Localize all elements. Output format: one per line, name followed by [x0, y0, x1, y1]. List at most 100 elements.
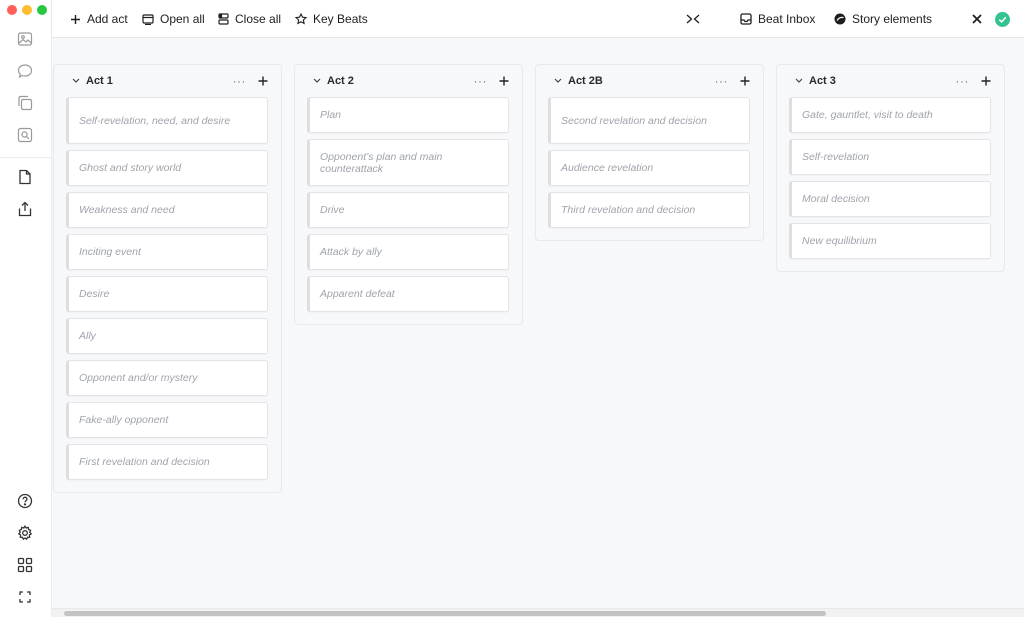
add-beat-button[interactable]	[258, 76, 268, 86]
beat-text: Weakness and need	[79, 204, 175, 216]
act-title: Act 2	[327, 75, 354, 87]
key-beats-label: Key Beats	[313, 12, 368, 26]
beat-text: Third revelation and decision	[561, 204, 696, 216]
beat-card[interactable]: Self-revelation, need, and desire	[66, 97, 268, 144]
beat-card[interactable]: New equilibrium	[789, 223, 991, 259]
beat-text: Desire	[79, 288, 110, 300]
beat-card[interactable]: Opponent and/or mystery	[66, 360, 268, 396]
beat-text: Drive	[320, 204, 345, 216]
more-options-icon[interactable]: ···	[233, 74, 247, 88]
beat-card[interactable]: Drive	[307, 192, 509, 228]
fullscreen-icon[interactable]	[14, 586, 36, 608]
act-column-2: Act 2 ··· Plan Opponent’s plan and main …	[294, 64, 523, 325]
share-icon[interactable]	[14, 198, 36, 220]
beat-card[interactable]: Plan	[307, 97, 509, 133]
settings-gear-icon[interactable]	[14, 522, 36, 544]
act-column-3: Act 3 ··· Gate, gauntlet, visit to death…	[776, 64, 1005, 272]
beat-text: New equilibrium	[802, 235, 877, 247]
beat-text: Self-revelation, need, and desire	[79, 114, 231, 127]
help-icon[interactable]	[14, 490, 36, 512]
beat-card[interactable]: Attack by ally	[307, 234, 509, 270]
beat-card[interactable]: Gate, gauntlet, visit to death	[789, 97, 991, 133]
collapse-arrows-icon[interactable]	[686, 0, 700, 38]
beat-card[interactable]: Apparent defeat	[307, 276, 509, 312]
beat-card[interactable]: Third revelation and decision	[548, 192, 750, 228]
beat-card[interactable]: Fake-ally opponent	[66, 402, 268, 438]
beat-text: Plan	[320, 109, 342, 121]
beat-card[interactable]: Second revelation and decision	[548, 97, 750, 144]
act-title: Act 1	[86, 75, 113, 87]
beat-text: Inciting event	[79, 246, 141, 258]
inbox-icon	[740, 13, 752, 25]
open-all-label: Open all	[160, 12, 205, 26]
add-beat-button[interactable]	[981, 76, 991, 86]
beat-card[interactable]: Audience revelation	[548, 150, 750, 186]
act-title: Act 3	[809, 75, 836, 87]
beat-text: Gate, gauntlet, visit to death	[802, 109, 933, 121]
more-options-icon[interactable]: ···	[956, 74, 970, 88]
story-elements-icon	[834, 13, 846, 25]
act-title: Act 2B	[568, 75, 603, 87]
beat-card[interactable]: Desire	[66, 276, 268, 312]
beat-inbox-label: Beat Inbox	[758, 12, 816, 26]
rail-divider	[0, 157, 52, 158]
add-beat-button[interactable]	[740, 76, 750, 86]
act-header: Act 2B ···	[548, 65, 750, 97]
beat-card[interactable]: Ally	[66, 318, 268, 354]
close-window-button[interactable]	[7, 5, 17, 15]
act-header: Act 2 ···	[307, 65, 509, 97]
check-status-icon[interactable]	[995, 0, 1010, 38]
beat-text: Audience revelation	[561, 162, 654, 174]
open-all-button[interactable]: Open all	[142, 0, 205, 38]
beat-card[interactable]: Self-revelation	[789, 139, 991, 175]
beat-text: Fake-ally opponent	[79, 414, 169, 426]
more-options-icon[interactable]: ···	[474, 74, 488, 88]
scrollbar-thumb[interactable]	[64, 611, 826, 616]
chevron-down-icon[interactable]	[313, 78, 321, 84]
story-elements-button[interactable]: Story elements	[834, 0, 932, 38]
add-act-label: Add act	[87, 12, 128, 26]
beat-card[interactable]: Inciting event	[66, 234, 268, 270]
add-act-button[interactable]: Add act	[70, 0, 128, 38]
document-icon[interactable]	[14, 166, 36, 188]
beat-inbox-button[interactable]: Beat Inbox	[740, 0, 815, 38]
act-header: Act 1 ···	[66, 65, 268, 97]
open-all-icon	[142, 13, 154, 25]
beat-text: First revelation and decision	[79, 456, 210, 468]
beat-card[interactable]: Moral decision	[789, 181, 991, 217]
beat-text: Opponent and/or mystery	[79, 372, 198, 384]
horizontal-scrollbar[interactable]	[52, 608, 1024, 617]
beat-board: Act 1 ··· Self-revelation, need, and des…	[52, 39, 1024, 617]
close-all-icon	[218, 13, 229, 25]
act-header: Act 3 ···	[789, 65, 991, 97]
beat-text: Ghost and story world	[79, 162, 182, 174]
beat-card[interactable]: Opponent’s plan and main counterattack	[307, 139, 509, 186]
close-all-button[interactable]: Close all	[218, 0, 281, 38]
more-options-icon[interactable]: ···	[715, 74, 729, 88]
chat-bubble-icon[interactable]	[14, 60, 36, 82]
zoom-window-button[interactable]	[37, 5, 47, 15]
beat-text: Moral decision	[802, 193, 870, 205]
chevron-down-icon[interactable]	[72, 78, 80, 84]
image-icon[interactable]	[14, 28, 36, 50]
minimize-window-button[interactable]	[22, 5, 32, 15]
key-beats-button[interactable]: Key Beats	[295, 0, 368, 38]
add-beat-button[interactable]	[499, 76, 509, 86]
beat-card[interactable]: Weakness and need	[66, 192, 268, 228]
grid-apps-icon[interactable]	[14, 554, 36, 576]
chevron-down-icon[interactable]	[795, 78, 803, 84]
beat-text: Self-revelation	[802, 151, 870, 163]
image-search-icon[interactable]	[14, 124, 36, 146]
beat-text: Attack by ally	[320, 246, 382, 258]
copy-icon[interactable]	[14, 92, 36, 114]
beat-text: Second revelation and decision	[561, 114, 707, 127]
chevron-down-icon[interactable]	[554, 78, 562, 84]
close-icon[interactable]	[972, 0, 982, 38]
left-rail	[0, 0, 52, 617]
beat-card[interactable]: First revelation and decision	[66, 444, 268, 480]
window-controls	[7, 5, 47, 15]
plus-icon	[71, 14, 80, 24]
beat-text: Ally	[79, 330, 96, 342]
beat-card[interactable]: Ghost and story world	[66, 150, 268, 186]
story-elements-label: Story elements	[852, 12, 933, 26]
